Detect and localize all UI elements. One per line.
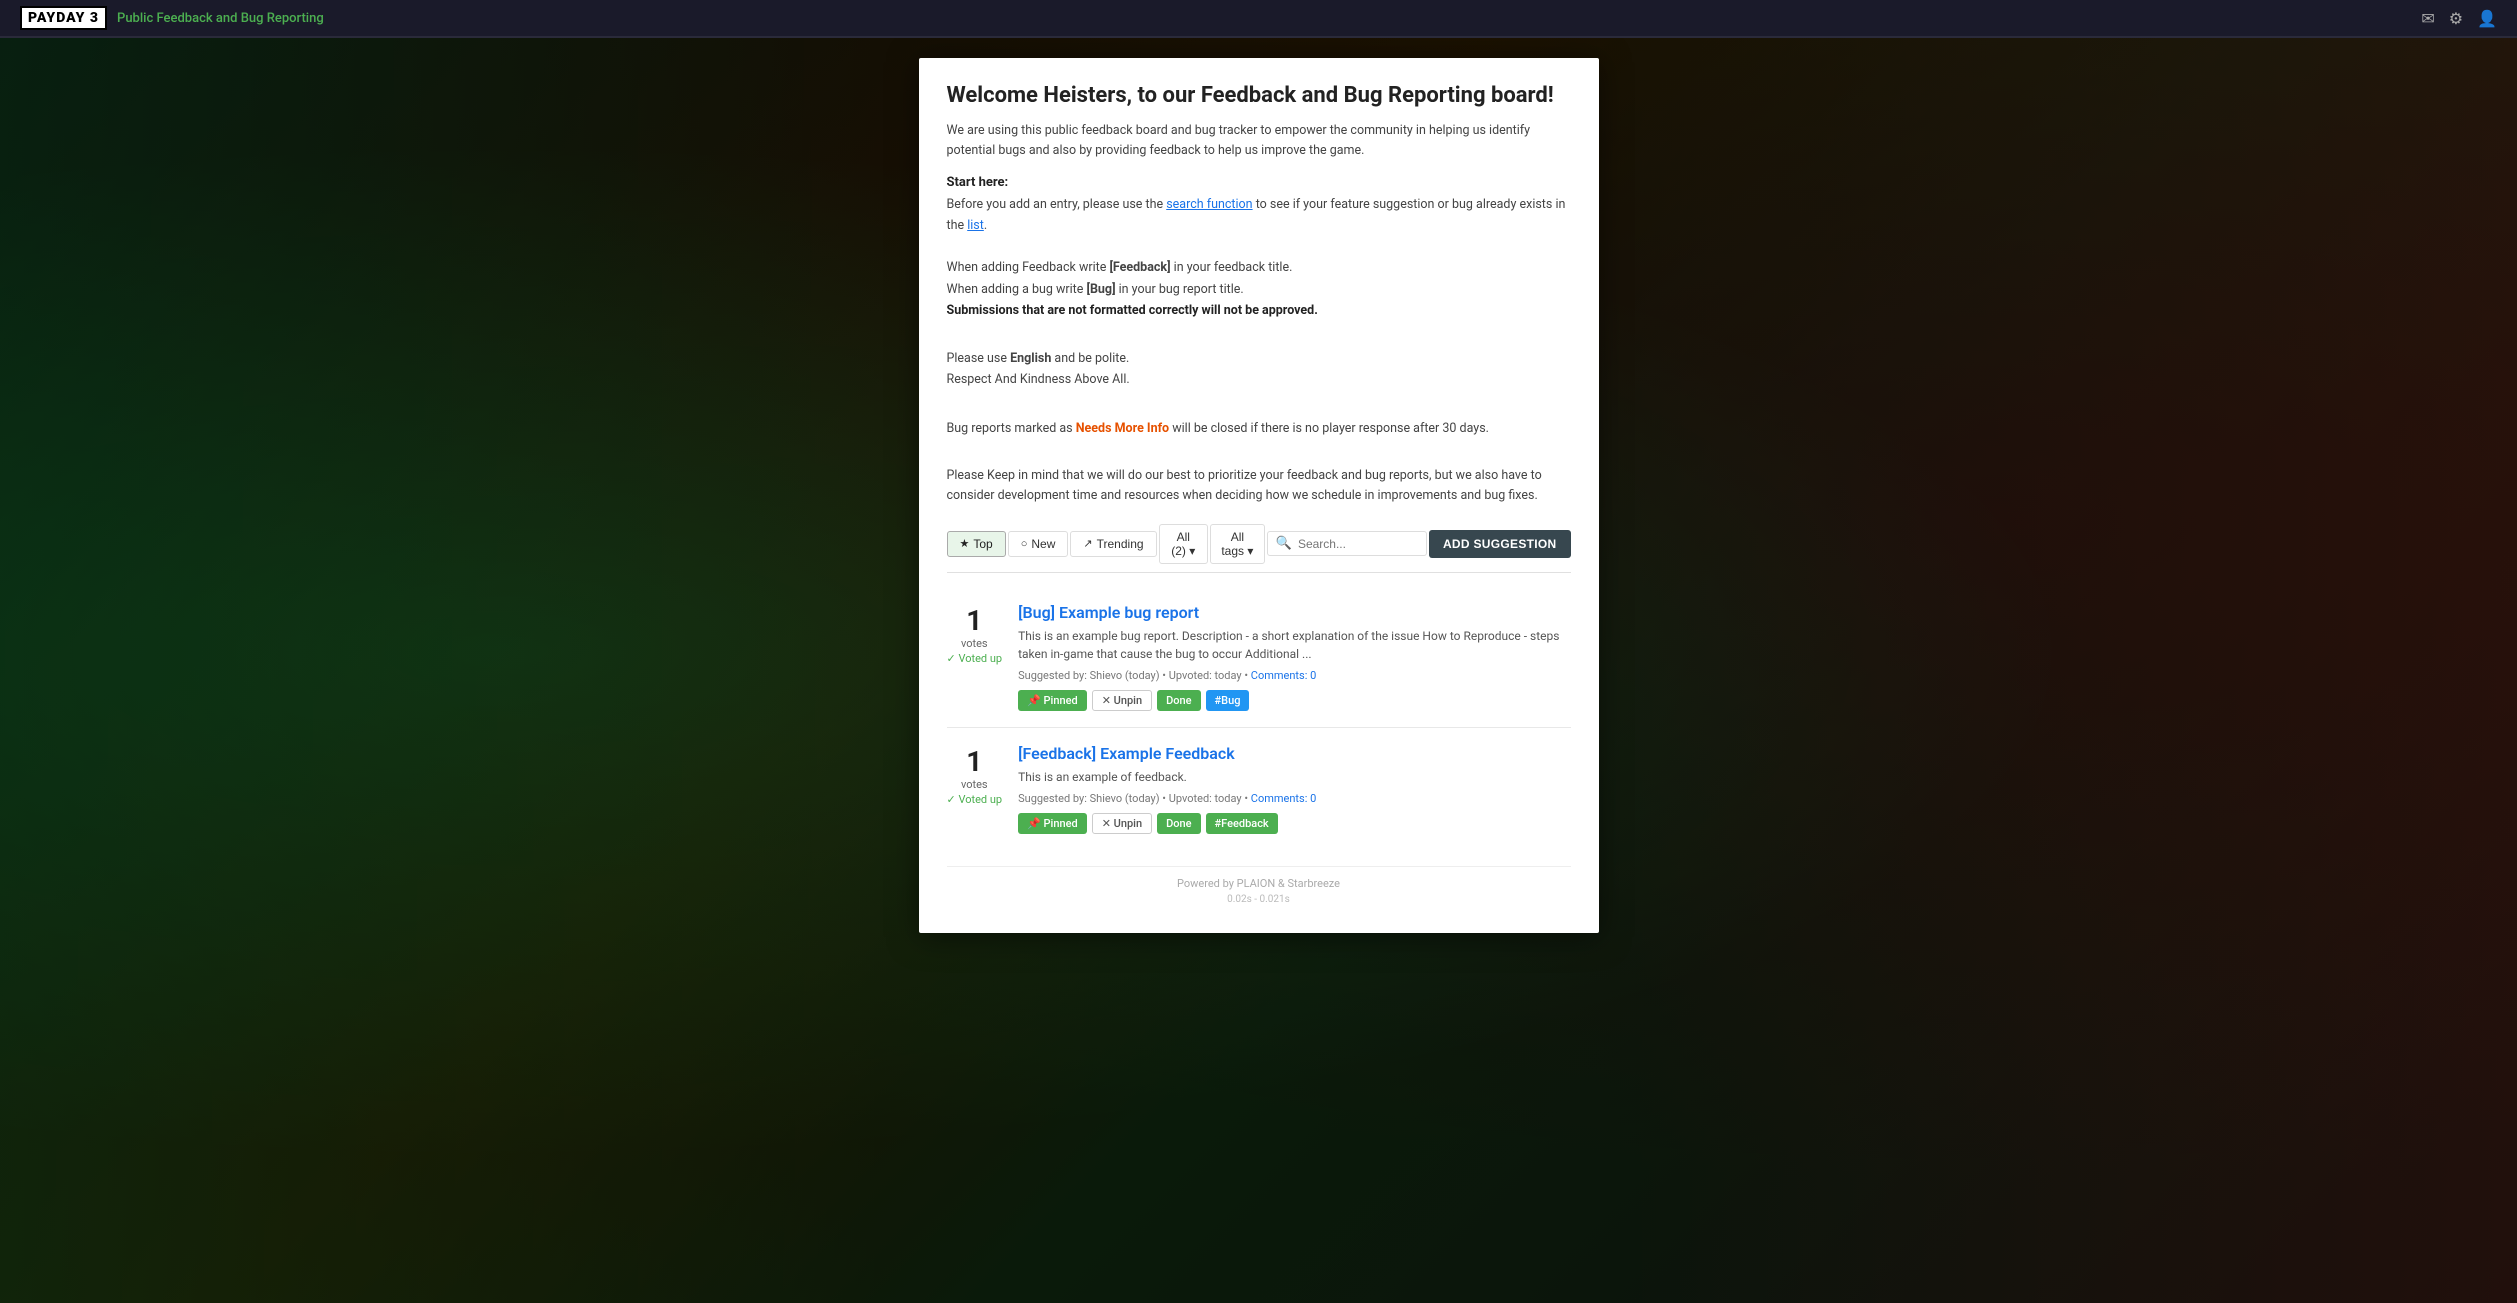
- closing-note: Please Keep in mind that we will do our …: [947, 466, 1571, 506]
- post-title-2[interactable]: [Feedback] Example Feedback: [1018, 744, 1570, 763]
- needs-more-info-note: Bug reports marked as Needs More Info wi…: [947, 418, 1571, 439]
- add-suggestion-button[interactable]: ADD SUGGESTION: [1429, 530, 1571, 558]
- format-warning: Submissions that are not formatted corre…: [947, 300, 1571, 321]
- star-icon: ★: [960, 537, 970, 550]
- tag-unpin-1[interactable]: ✕ Unpin: [1092, 690, 1152, 711]
- post-meta-2: Suggested by: Shievo (today) • Upvoted: …: [1018, 792, 1570, 805]
- tag-pinned-1[interactable]: 📌 Pinned: [1018, 690, 1087, 711]
- mail-icon[interactable]: ✉: [2421, 9, 2434, 28]
- list-link[interactable]: list: [967, 218, 984, 233]
- table-row: 1 votes ✓ Voted up [Feedback] Example Fe…: [947, 728, 1571, 850]
- search-box[interactable]: 🔍: [1267, 531, 1427, 556]
- all-tags-label: All tags: [1221, 530, 1244, 558]
- site-title: Public Feedback and Bug Reporting: [117, 11, 324, 26]
- voted-up-1: ✓ Voted up: [947, 652, 1003, 665]
- post-content-1: [Bug] Example bug report This is an exam…: [1018, 603, 1570, 711]
- post-description-1: This is an example bug report. Descripti…: [1018, 627, 1570, 663]
- vote-count-1: 1: [966, 607, 982, 635]
- navbar: PAYDAY 3 Public Feedback and Bug Reporti…: [0, 0, 2517, 38]
- navbar-brand: PAYDAY 3 Public Feedback and Bug Reporti…: [20, 6, 324, 30]
- post-tags-2: 📌 Pinned ✕ Unpin Done #Feedback: [1018, 813, 1570, 834]
- post-title-1[interactable]: [Bug] Example bug report: [1018, 603, 1570, 622]
- posts-list: 1 votes ✓ Voted up [Bug] Example bug rep…: [947, 587, 1571, 850]
- vote-section-2: 1 votes ✓ Voted up: [947, 744, 1003, 834]
- main-panel: Welcome Heisters, to our Feedback and Bu…: [919, 58, 1599, 933]
- tag-unpin-2[interactable]: ✕ Unpin: [1092, 813, 1152, 834]
- search-icon: 🔍: [1276, 536, 1292, 551]
- tag-done-1[interactable]: Done: [1157, 690, 1200, 711]
- filter-bar: ★ Top ○ New ↗ Trending All (2) ▾ All tag…: [947, 524, 1571, 573]
- top-label: Top: [973, 537, 992, 551]
- tag-feedback-2[interactable]: #Feedback: [1206, 813, 1278, 834]
- table-row: 1 votes ✓ Voted up [Bug] Example bug rep…: [947, 587, 1571, 728]
- circle-icon: ○: [1021, 538, 1028, 550]
- lang-note: Please use English and be polite. Respec…: [947, 348, 1571, 391]
- all-tags-button[interactable]: All tags ▾: [1210, 524, 1265, 564]
- vote-label-2: votes: [961, 778, 988, 791]
- tag-done-2[interactable]: Done: [1157, 813, 1200, 834]
- post-description-2: This is an example of feedback.: [1018, 768, 1570, 786]
- powered-by: Powered by PLAION & Starbreeze: [947, 877, 1571, 890]
- start-here-label: Start here:: [947, 175, 1571, 190]
- comments-link-2[interactable]: Comments: 0: [1251, 792, 1316, 805]
- timing: 0.02s - 0.021s: [947, 894, 1571, 905]
- welcome-title: Welcome Heisters, to our Feedback and Bu…: [947, 82, 1571, 111]
- all-label: All (2): [1171, 530, 1190, 558]
- trending-label: Trending: [1097, 537, 1144, 551]
- vote-count-2: 1: [966, 748, 982, 776]
- logo: PAYDAY 3: [20, 6, 107, 30]
- instructions-block: Before you add an entry, please use the …: [947, 194, 1571, 322]
- top-filter-button[interactable]: ★ Top: [947, 531, 1006, 557]
- tag-bug-1[interactable]: #Bug: [1206, 690, 1250, 711]
- all-filter-button[interactable]: All (2) ▾: [1159, 524, 1208, 564]
- post-tags-1: 📌 Pinned ✕ Unpin Done #Bug: [1018, 690, 1570, 711]
- user-icon[interactable]: 👤: [2477, 9, 2497, 28]
- new-label: New: [1031, 537, 1055, 551]
- navbar-actions: ✉ ⚙ 👤: [2421, 9, 2497, 28]
- settings-icon[interactable]: ⚙: [2449, 9, 2463, 28]
- post-meta-1: Suggested by: Shievo (today) • Upvoted: …: [1018, 669, 1570, 682]
- post-content-2: [Feedback] Example Feedback This is an e…: [1018, 744, 1570, 834]
- tag-pinned-2[interactable]: 📌 Pinned: [1018, 813, 1087, 834]
- page-wrapper: Welcome Heisters, to our Feedback and Bu…: [0, 38, 2517, 1303]
- vote-label-1: votes: [961, 637, 988, 650]
- vote-section-1: 1 votes ✓ Voted up: [947, 603, 1003, 711]
- trending-filter-button[interactable]: ↗ Trending: [1070, 531, 1156, 557]
- voted-up-2: ✓ Voted up: [947, 793, 1003, 806]
- welcome-description: We are using this public feedback board …: [947, 121, 1571, 161]
- new-filter-button[interactable]: ○ New: [1008, 531, 1069, 557]
- comments-link-1[interactable]: Comments: 0: [1251, 669, 1316, 682]
- search-function-link[interactable]: search function: [1166, 197, 1252, 212]
- trend-icon: ↗: [1083, 537, 1092, 550]
- search-input[interactable]: [1298, 537, 1418, 551]
- footer: Powered by PLAION & Starbreeze 0.02s - 0…: [947, 866, 1571, 905]
